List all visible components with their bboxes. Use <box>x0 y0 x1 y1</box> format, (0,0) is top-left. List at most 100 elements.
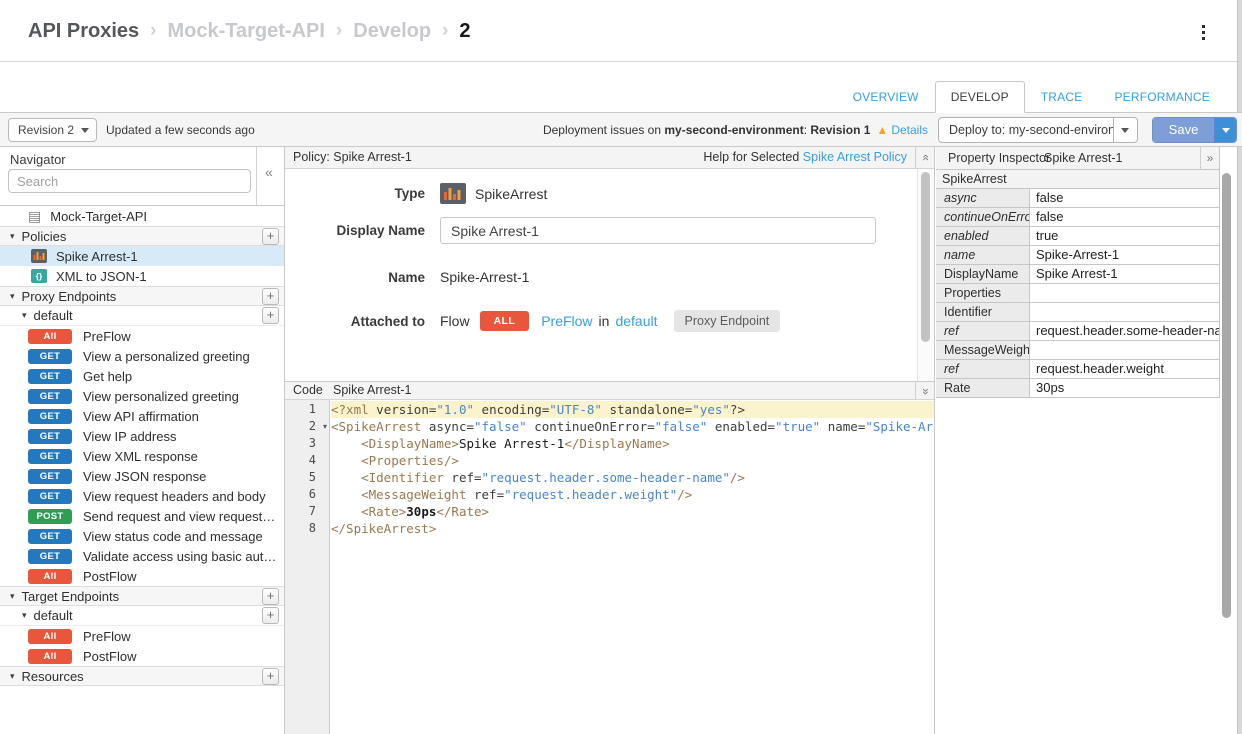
code-line: </SpikeArrest> <box>331 520 934 537</box>
property-name: DisplayName <box>936 265 1030 283</box>
xml-to-json-icon: {} <box>31 269 47 283</box>
window-scrollbar-track[interactable] <box>1237 0 1242 734</box>
property-value[interactable] <box>1030 284 1219 302</box>
nav-section-policies[interactable]: ▾Policies+ <box>0 226 284 246</box>
nav-section-default[interactable]: ▾default+ <box>0 606 284 626</box>
add-button[interactable]: + <box>262 307 279 324</box>
nav-item-label: Mock-Target-API <box>50 209 147 224</box>
nav-section-default[interactable]: ▾default+ <box>0 306 284 326</box>
type-label: Type <box>285 186 425 201</box>
tab-trace[interactable]: TRACE <box>1025 81 1099 113</box>
nav-item-mock-target-api[interactable]: ▤Mock-Target-API <box>0 206 284 226</box>
policy-help-link[interactable]: Spike Arrest Policy <box>803 150 907 164</box>
property-value[interactable]: false <box>1030 189 1219 207</box>
add-button[interactable]: + <box>262 588 279 605</box>
nav-item-preflow[interactable]: AllPreFlow <box>0 626 284 646</box>
nav-item-view-ip-address[interactable]: GETView IP address <box>0 426 284 446</box>
code-panel-header: Code Spike Arrest-1 » <box>285 382 934 400</box>
property-value[interactable]: 30ps <box>1030 379 1219 397</box>
collapse-code-panel-button[interactable]: » <box>915 382 934 399</box>
nav-section-proxy-endpoints[interactable]: ▾Proxy Endpoints+ <box>0 286 284 306</box>
tab-develop[interactable]: DEVELOP <box>935 81 1025 113</box>
proxy-endpoint-chip: Proxy Endpoint <box>674 310 781 332</box>
nav-item-validate-access-using-basic-aut[interactable]: GETValidate access using basic aut… <box>0 546 284 566</box>
property-value[interactable]: request.header.some-header-name <box>1030 322 1219 340</box>
code-editor[interactable]: <?xml version="1.0" encoding="UTF-8" sta… <box>331 400 934 734</box>
breadcrumb-separator: › <box>150 20 156 42</box>
revision-select[interactable]: Revision 2 <box>8 118 97 142</box>
method-badge: GET <box>28 529 72 544</box>
details-link[interactable]: Details <box>891 123 928 137</box>
method-badge: GET <box>28 369 72 384</box>
breadcrumb-item-api-proxies[interactable]: API Proxies <box>28 20 139 43</box>
line-number: 4 <box>285 452 329 469</box>
preflow-link[interactable]: PreFlow <box>541 313 592 329</box>
collapse-policy-panel-button[interactable]: » <box>915 147 934 168</box>
add-button[interactable]: + <box>262 668 279 685</box>
property-value[interactable] <box>1030 303 1219 321</box>
nav-item-label: PreFlow <box>83 629 131 644</box>
nav-item-get-help[interactable]: GETGet help <box>0 366 284 386</box>
policy-scrollbar[interactable] <box>917 169 934 381</box>
nav-item-postflow[interactable]: AllPostFlow <box>0 646 284 666</box>
all-flows-badge: ALL <box>480 311 530 331</box>
property-scrollbar-thumb[interactable] <box>1222 173 1231 618</box>
navigator-tree: ▤Mock-Target-API▾Policies+Spike Arrest-1… <box>0 206 284 686</box>
nav-item-view-api-affirmation[interactable]: GETView API affirmation <box>0 406 284 426</box>
save-button[interactable]: Save <box>1153 118 1214 142</box>
nav-item-view-json-response[interactable]: GETView JSON response <box>0 466 284 486</box>
nav-item-view-xml-response[interactable]: GETView XML response <box>0 446 284 466</box>
property-value[interactable]: Spike-Arrest-1 <box>1030 246 1219 264</box>
property-row: asyncfalse <box>936 189 1219 208</box>
deployment-issues-message: Deployment issues on my-second-environme… <box>543 113 928 148</box>
tab-performance[interactable]: PERFORMANCE <box>1098 81 1226 113</box>
scrollbar-thumb[interactable] <box>921 172 930 342</box>
tab-overview[interactable]: OVERVIEW <box>837 81 935 113</box>
kebab-menu-icon[interactable] <box>1198 23 1208 41</box>
warning-icon: ▲ <box>876 123 888 137</box>
add-button[interactable]: + <box>262 288 279 305</box>
breadcrumb-separator: › <box>442 20 448 42</box>
line-number: 7 <box>285 503 329 520</box>
collapse-panel-button[interactable]: « <box>256 147 284 205</box>
nav-item-send-request-and-view-request[interactable]: POSTSend request and view request… <box>0 506 284 526</box>
nav-item-view-a-personalized-greeting[interactable]: GETView a personalized greeting <box>0 346 284 366</box>
property-value[interactable]: Spike Arrest-1 <box>1030 265 1219 283</box>
save-dropdown-button[interactable] <box>1214 118 1236 142</box>
nav-item-spike-arrest-1[interactable]: Spike Arrest-1 <box>0 246 284 266</box>
breadcrumb-item-mock-target-api[interactable]: Mock-Target-API <box>168 20 325 43</box>
nav-section-resources[interactable]: ▾Resources+ <box>0 666 284 686</box>
nav-item-postflow[interactable]: AllPostFlow <box>0 566 284 586</box>
nav-item-xml-to-json-1[interactable]: {}XML to JSON-1 <box>0 266 284 286</box>
default-endpoint-link[interactable]: default <box>615 313 657 329</box>
property-name: Identifier <box>936 303 1030 321</box>
code-line: <Properties/> <box>331 452 934 469</box>
breadcrumb-item-develop[interactable]: Develop <box>353 20 431 43</box>
property-value[interactable]: request.header.weight <box>1030 360 1219 378</box>
nav-item-view-request-headers-and-body[interactable]: GETView request headers and body <box>0 486 284 506</box>
deploy-to-label: Deploy to: my-second-environment <box>939 118 1113 142</box>
nav-item-view-personalized-greeting[interactable]: GETView personalized greeting <box>0 386 284 406</box>
property-row: Identifier <box>936 303 1219 322</box>
property-name: continueOnError <box>936 208 1030 226</box>
property-row: nameSpike-Arrest-1 <box>936 246 1219 265</box>
add-button[interactable]: + <box>262 228 279 245</box>
property-value[interactable]: false <box>1030 208 1219 226</box>
add-button[interactable]: + <box>262 607 279 624</box>
property-value[interactable] <box>1030 341 1219 359</box>
breadcrumb-separator: › <box>336 20 342 42</box>
display-name-input[interactable] <box>440 217 876 244</box>
deploy-dropdown-button[interactable] <box>1113 118 1137 142</box>
nav-item-view-status-code-and-message[interactable]: GETView status code and message <box>0 526 284 546</box>
deploy-to-button[interactable]: Deploy to: my-second-environment <box>938 117 1138 143</box>
nav-item-preflow[interactable]: AllPreFlow <box>0 326 284 346</box>
fold-caret-icon[interactable]: ▾ <box>323 418 327 435</box>
line-number: 6 <box>285 486 329 503</box>
nav-section-target-endpoints[interactable]: ▾Target Endpoints+ <box>0 586 284 606</box>
expand-property-panel-button[interactable]: » <box>1200 147 1219 169</box>
property-name: name <box>936 246 1030 264</box>
search-input[interactable] <box>8 169 251 193</box>
line-number: 1 <box>285 401 329 418</box>
property-value[interactable]: true <box>1030 227 1219 245</box>
chevron-down-icon <box>1222 128 1230 133</box>
